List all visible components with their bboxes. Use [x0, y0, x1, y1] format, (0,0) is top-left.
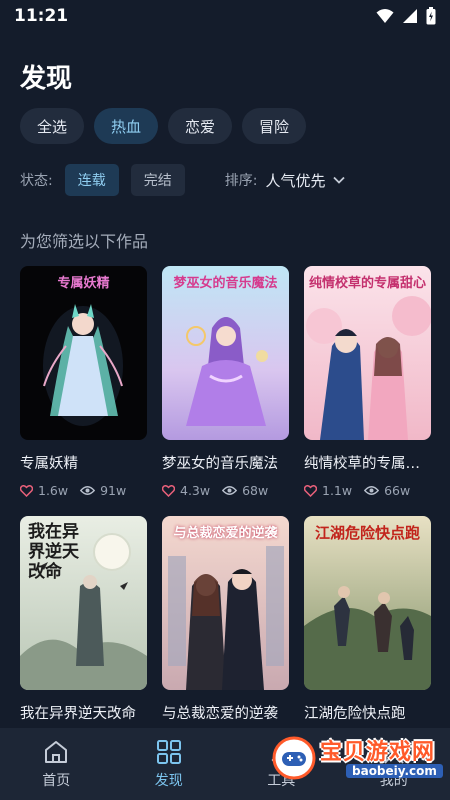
book-card[interactable]: 梦巫女的音乐魔法 梦巫女的音乐魔法 4.3w 68w	[162, 266, 289, 516]
views-count: 91w	[100, 483, 127, 498]
discover-grid-icon	[156, 739, 181, 764]
cover-title-text: 我在异界逆天改命	[28, 522, 79, 582]
cover-title-text: 江湖危险快点跑	[314, 524, 420, 542]
book-title: 纯情校草的专属甜心	[304, 456, 431, 472]
signal-icon	[403, 9, 417, 23]
home-icon	[45, 740, 68, 763]
status-completed-button[interactable]: 完结	[130, 164, 185, 196]
book-stats: 1.6w 91w	[20, 483, 147, 498]
heart-icon	[20, 484, 33, 497]
cover-title-text: 专属妖精	[57, 276, 110, 291]
heart-icon	[162, 484, 175, 497]
views-stat: 91w	[80, 483, 126, 498]
book-title: 江湖危险快点跑	[304, 706, 406, 722]
genre-chip-all[interactable]: 全选	[20, 108, 85, 144]
book-card[interactable]: 专属妖精 专属妖精 1.6w 91w	[20, 266, 147, 516]
page-title: 发现	[20, 64, 73, 94]
likes-count: 1.1w	[322, 483, 353, 498]
gamepad-icon	[272, 736, 316, 780]
views-stat: 68w	[222, 483, 268, 498]
book-cover-image: 专属妖精	[20, 266, 147, 440]
status-bar: 11:21	[0, 0, 450, 32]
eye-icon	[80, 486, 96, 495]
genre-chip-adventure[interactable]: 冒险	[242, 108, 307, 144]
book-title: 我在异界逆天改命	[20, 706, 136, 722]
book-title: 梦巫女的音乐魔法	[162, 456, 278, 472]
views-count: 68w	[242, 483, 269, 498]
cover-title-text: 梦巫女的音乐魔法	[173, 276, 278, 291]
genre-chip-hot-blood[interactable]: 热血	[94, 108, 159, 144]
watermark-text: 宝贝游戏网	[320, 740, 436, 765]
book-cover-image: 纯情校草的专属甜心	[304, 266, 431, 440]
cover-title-text: 纯情校草的专属甜心	[308, 276, 426, 291]
status-sort-filter-row: 状态: 连载 完结 排序: 人气优先	[20, 164, 346, 196]
watermark-domain: baobeiy.com	[346, 764, 443, 778]
status-time: 11:21	[14, 6, 69, 26]
status-ongoing-button[interactable]: 连载	[64, 164, 119, 196]
nav-label: 发现	[154, 772, 183, 789]
status-label: 状态:	[20, 173, 53, 189]
likes-stat: 4.3w	[162, 483, 210, 498]
book-title: 专属妖精	[20, 456, 78, 472]
section-title: 为您筛选以下作品	[20, 232, 149, 251]
book-cover-image: 梦巫女的音乐魔法	[162, 266, 289, 440]
book-grid: 专属妖精 专属妖精 1.6w 91w 梦巫女的音乐魔法 梦巫女的音乐魔法 4.3…	[20, 266, 432, 766]
nav-label: 首页	[42, 772, 71, 789]
likes-count: 1.6w	[38, 483, 69, 498]
book-card[interactable]: 纯情校草的专属甜心 纯情校草的专属甜心 1.1w 66w	[304, 266, 431, 516]
sort-value: 人气优先	[265, 171, 326, 190]
heart-icon	[304, 484, 317, 497]
views-count: 66w	[384, 483, 411, 498]
watermark-logo: 宝贝游戏网 baobeiy.com	[268, 734, 450, 784]
book-cover-image: 我在异界逆天改命	[20, 516, 147, 690]
wifi-icon	[376, 9, 394, 23]
book-cover-image: 与总裁恋爱的逆袭	[162, 516, 289, 690]
book-stats: 1.1w 66w	[304, 483, 431, 498]
book-cover-image: 江湖危险快点跑	[304, 516, 431, 690]
status-icons	[376, 7, 436, 25]
chevron-down-icon	[333, 176, 346, 184]
battery-icon	[426, 7, 436, 25]
eye-icon	[364, 486, 380, 495]
likes-stat: 1.6w	[20, 483, 68, 498]
genre-filter-row: 全选 热血 恋爱 冒险	[20, 108, 307, 144]
likes-stat: 1.1w	[304, 483, 352, 498]
views-stat: 66w	[364, 483, 410, 498]
book-stats: 4.3w 68w	[162, 483, 289, 498]
book-title: 与总裁恋爱的逆袭	[162, 706, 278, 722]
eye-icon	[222, 486, 238, 495]
likes-count: 4.3w	[180, 483, 211, 498]
genre-chip-romance[interactable]: 恋爱	[168, 108, 233, 144]
sort-dropdown[interactable]: 人气优先	[265, 170, 346, 191]
sort-label: 排序:	[224, 173, 258, 189]
nav-tab-discover[interactable]: 发现	[129, 739, 209, 790]
cover-title-text: 与总裁恋爱的逆袭	[173, 526, 278, 541]
nav-tab-home[interactable]: 首页	[16, 739, 96, 790]
